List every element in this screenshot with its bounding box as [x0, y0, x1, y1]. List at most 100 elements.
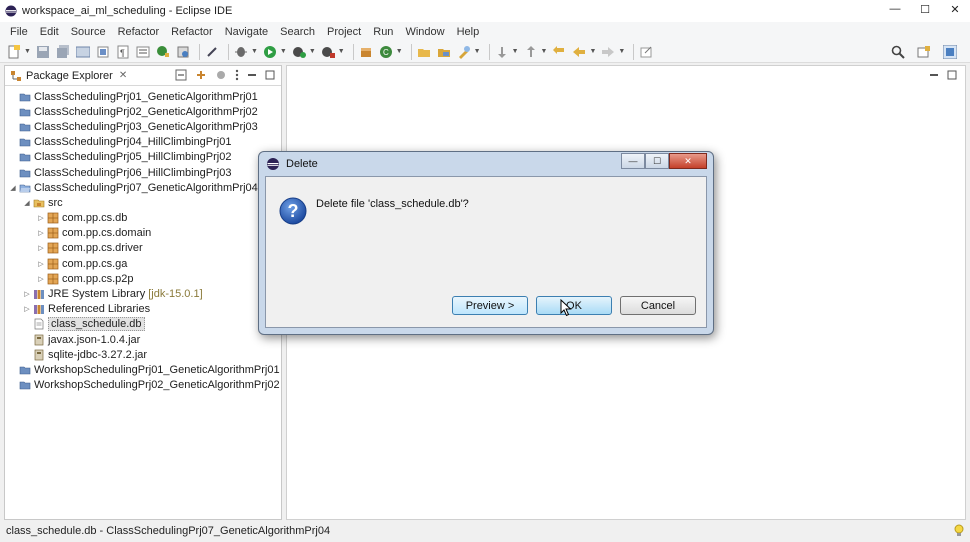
new-icon[interactable] — [6, 44, 22, 60]
prev-annotation-dropdown-icon[interactable]: ▼ — [541, 48, 548, 55]
tree-item[interactable]: ▷ com.pp.cs.db — [5, 211, 281, 226]
run-icon[interactable] — [262, 44, 278, 60]
ok-button[interactable]: OK — [536, 296, 612, 315]
pin-editor-icon[interactable] — [638, 44, 654, 60]
toggle-mark-icon[interactable] — [95, 44, 111, 60]
preview-button[interactable]: Preview > — [452, 296, 528, 315]
new-java-class-icon[interactable]: C — [378, 44, 394, 60]
save-all-icon[interactable] — [55, 44, 71, 60]
coverage-icon[interactable] — [291, 44, 307, 60]
tree-item[interactable]: WorkshopSchedulingPrj01_GeneticAlgorithm… — [5, 362, 281, 377]
link-with-editor-icon[interactable] — [195, 69, 207, 84]
menu-run[interactable]: Run — [367, 26, 399, 38]
tree-item[interactable]: ▷ com.pp.cs.driver — [5, 241, 281, 256]
prev-annotation-icon[interactable] — [523, 44, 539, 60]
coverage-dropdown-icon[interactable]: ▼ — [309, 48, 316, 55]
tree-item[interactable]: ClassSchedulingPrj05_HillClimbingPrj02 — [5, 150, 281, 165]
maximize-view-icon[interactable] — [265, 69, 275, 84]
view-menu-icon[interactable] — [235, 69, 239, 84]
tip-lightbulb-icon[interactable] — [954, 524, 964, 541]
forward-dropdown-icon[interactable]: ▼ — [618, 48, 625, 55]
save-icon[interactable] — [35, 44, 51, 60]
open-project-icon[interactable] — [436, 44, 452, 60]
tree-item[interactable]: ▷ JRE System Library [jdk-15.0.1] — [5, 286, 281, 301]
tree-item[interactable]: javax.json-1.0.4.jar — [5, 332, 281, 347]
external-tools-dropdown-icon[interactable]: ▼ — [338, 48, 345, 55]
show-whitespace-icon[interactable]: ¶ — [115, 44, 131, 60]
expand-toggle-icon[interactable]: ▷ — [37, 214, 45, 222]
tree-item[interactable]: ◢ src — [5, 195, 281, 210]
back-dropdown-icon[interactable]: ▼ — [589, 48, 596, 55]
search-tool-dropdown-icon[interactable]: ▼ — [474, 48, 481, 55]
last-edit-icon[interactable] — [551, 44, 567, 60]
menu-project[interactable]: Project — [321, 26, 367, 38]
menu-navigate[interactable]: Navigate — [219, 26, 274, 38]
tree-item[interactable]: sqlite-jdbc-3.27.2.jar — [5, 347, 281, 362]
maximize-button[interactable]: ☐ — [910, 0, 940, 18]
menu-file[interactable]: File — [4, 26, 34, 38]
new-dropdown-icon[interactable]: ▼ — [24, 48, 31, 55]
debug-dropdown-icon[interactable]: ▼ — [251, 48, 258, 55]
cancel-button[interactable]: Cancel — [620, 296, 696, 315]
tree-item[interactable]: ClassSchedulingPrj02_GeneticAlgorithmPrj… — [5, 104, 281, 119]
expand-toggle-icon[interactable]: ▷ — [37, 229, 45, 237]
tree-item[interactable]: ClassSchedulingPrj03_GeneticAlgorithmPrj… — [5, 119, 281, 134]
dialog-maximize-button[interactable]: ☐ — [645, 153, 669, 169]
tree-item[interactable]: class_schedule.db — [5, 317, 281, 332]
expand-toggle-icon[interactable]: ◢ — [9, 184, 17, 192]
dialog-minimize-button[interactable]: — — [621, 153, 645, 169]
external-tools-icon[interactable] — [320, 44, 336, 60]
run-dropdown-icon[interactable]: ▼ — [280, 48, 287, 55]
menu-help[interactable]: Help — [451, 26, 486, 38]
back-icon[interactable] — [571, 44, 587, 60]
tree-item[interactable]: ◢ ClassSchedulingPrj07_GeneticAlgorithmPr… — [5, 180, 281, 195]
tree-item[interactable]: ▷ com.pp.cs.p2p — [5, 271, 281, 286]
expand-toggle-icon[interactable]: ▷ — [23, 290, 31, 298]
project-icon — [19, 151, 31, 163]
forward-icon[interactable] — [600, 44, 616, 60]
debug-icon[interactable] — [233, 44, 249, 60]
minimize-button[interactable]: — — [880, 0, 910, 18]
dialog-close-button[interactable]: ✕ — [669, 153, 707, 169]
search-tool-icon[interactable] — [456, 44, 472, 60]
toggle-breadcrumb-icon[interactable] — [75, 44, 91, 60]
package-explorer-tab[interactable]: Package Explorer ✕ — [5, 66, 281, 86]
close-button[interactable]: ✕ — [940, 0, 970, 18]
expand-toggle-icon[interactable]: ◢ — [23, 199, 31, 207]
close-icon[interactable]: ✕ — [119, 70, 127, 81]
java-perspective-icon[interactable] — [942, 44, 958, 60]
tree-item[interactable]: ClassSchedulingPrj06_HillClimbingPrj03 — [5, 165, 281, 180]
tree-item[interactable]: ClassSchedulingPrj01_GeneticAlgorithmPrj… — [5, 89, 281, 104]
search-icon[interactable] — [890, 44, 906, 60]
expand-toggle-icon[interactable]: ▷ — [23, 305, 31, 313]
open-type-icon[interactable] — [155, 44, 171, 60]
menu-window[interactable]: Window — [399, 26, 450, 38]
maximize-editor-icon[interactable] — [947, 69, 957, 84]
tree-item[interactable]: ClassSchedulingPrj04_HillClimbingPrj01 — [5, 135, 281, 150]
menu-source[interactable]: Source — [65, 26, 112, 38]
new-java-package-icon[interactable] — [358, 44, 374, 60]
pin-icon[interactable] — [204, 44, 220, 60]
menu-refactor[interactable]: Refactor — [112, 26, 166, 38]
filter-icon[interactable] — [215, 69, 227, 84]
tree-item[interactable]: ▷ Referenced Libraries — [5, 302, 281, 317]
menu-refactor-2[interactable]: Refactor — [165, 26, 219, 38]
next-annotation-dropdown-icon[interactable]: ▼ — [512, 48, 519, 55]
open-task-icon[interactable] — [175, 44, 191, 60]
tree-item[interactable]: ▷ com.pp.cs.domain — [5, 226, 281, 241]
next-annotation-icon[interactable] — [494, 44, 510, 60]
expand-toggle-icon[interactable]: ▷ — [37, 244, 45, 252]
open-perspective-icon[interactable] — [916, 44, 932, 60]
block-select-icon[interactable] — [135, 44, 151, 60]
minimize-view-icon[interactable] — [247, 69, 257, 84]
menu-search[interactable]: Search — [274, 26, 321, 38]
new-class-dropdown-icon[interactable]: ▼ — [396, 48, 403, 55]
expand-toggle-icon[interactable]: ▷ — [37, 260, 45, 268]
open-folder-icon[interactable] — [416, 44, 432, 60]
minimize-editor-icon[interactable] — [929, 69, 939, 84]
tree-item[interactable]: WorkshopSchedulingPrj02_GeneticAlgorithm… — [5, 378, 281, 393]
menu-edit[interactable]: Edit — [34, 26, 65, 38]
tree-item[interactable]: ▷ com.pp.cs.ga — [5, 256, 281, 271]
expand-toggle-icon[interactable]: ▷ — [37, 275, 45, 283]
collapse-all-icon[interactable] — [175, 69, 187, 84]
